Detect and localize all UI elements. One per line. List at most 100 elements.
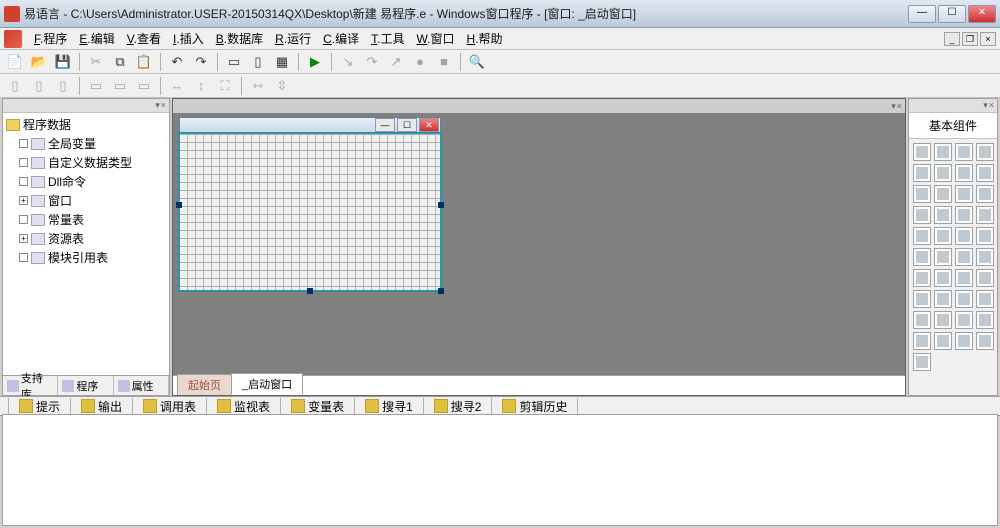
tab-start-page[interactable]: 起始页 (177, 374, 232, 395)
button-tool[interactable] (976, 143, 994, 161)
odbc-tool[interactable] (976, 332, 994, 350)
form-designer[interactable]: — ☐ ✕ (179, 117, 441, 291)
resize-handle[interactable] (307, 288, 313, 294)
minimize-button[interactable]: — (908, 5, 936, 23)
tree-node-windows[interactable]: +窗口 (5, 191, 167, 210)
comm-tool[interactable] (934, 269, 952, 287)
align-left-button[interactable]: ▯ (4, 76, 26, 96)
resize-handle[interactable] (438, 288, 444, 294)
maximize-button[interactable]: ☐ (938, 5, 966, 23)
same-height-button[interactable]: ↕ (190, 76, 212, 96)
step-out-button[interactable]: ↗ (385, 52, 407, 72)
tree-node-dll[interactable]: Dll命令 (5, 172, 167, 191)
new-button[interactable]: 📄 (4, 52, 26, 72)
calendar-tool[interactable] (976, 227, 994, 245)
timer-tool[interactable] (913, 269, 931, 287)
richedit-tool[interactable] (955, 248, 973, 266)
progress-tool[interactable] (913, 227, 931, 245)
combo-tool[interactable] (934, 185, 952, 203)
vspace-button[interactable]: ⇳ (271, 76, 293, 96)
mdi-restore-button[interactable]: ❐ (962, 32, 978, 46)
align-right-button[interactable]: ▯ (52, 76, 74, 96)
tab-tool[interactable] (955, 206, 973, 224)
breakpoint-button[interactable]: ● (409, 52, 431, 72)
copy-button[interactable]: ⧉ (109, 52, 131, 72)
form-minimize-button[interactable]: — (375, 118, 395, 132)
tree-node-types[interactable]: 自定义数据类型 (5, 153, 167, 172)
layout3-button[interactable]: ▦ (271, 52, 293, 72)
frame-tool[interactable] (976, 164, 994, 182)
xml-tool[interactable] (955, 332, 973, 350)
panel-close-icon[interactable]: × (161, 100, 166, 111)
paste-button[interactable]: 📋 (133, 52, 155, 72)
run-button[interactable]: ▶ (304, 52, 326, 72)
tree-node-modules[interactable]: 模块引用表 (5, 248, 167, 267)
menu-view[interactable]: V.查看 (121, 28, 167, 49)
align-center-button[interactable]: ▯ (28, 76, 50, 96)
net-tool[interactable] (976, 311, 994, 329)
align-top-button[interactable]: ▭ (85, 76, 107, 96)
same-size-button[interactable]: ⛶ (214, 76, 236, 96)
step-in-button[interactable]: ↘ (337, 52, 359, 72)
menu-program[interactable]: F.程序 (28, 28, 73, 49)
align-middle-button[interactable]: ▭ (109, 76, 131, 96)
dialog-tool[interactable] (976, 269, 994, 287)
undo-button[interactable]: ↶ (166, 52, 188, 72)
panel-pin-icon[interactable]: ▾ (891, 101, 896, 112)
report-tool[interactable] (934, 311, 952, 329)
mdi-close-button[interactable]: × (980, 32, 996, 46)
menu-help[interactable]: H.帮助 (461, 28, 509, 49)
form-client-area[interactable] (179, 133, 441, 291)
tab-program[interactable]: 程序 (58, 376, 113, 395)
resize-handle[interactable] (438, 202, 444, 208)
panel-pin-icon[interactable]: ▾ (983, 100, 988, 111)
table-tool[interactable] (976, 185, 994, 203)
menu-database[interactable]: B.数据库 (210, 28, 269, 49)
close-button[interactable]: ✕ (968, 5, 996, 23)
spin-tool[interactable] (955, 227, 973, 245)
scroll-tool[interactable] (934, 227, 952, 245)
menu-tools[interactable]: T.工具 (365, 28, 410, 49)
socket-tool[interactable] (913, 332, 931, 350)
stop-button[interactable]: ■ (433, 52, 455, 72)
grid-tool[interactable] (955, 185, 973, 203)
expand-icon[interactable]: + (19, 234, 28, 243)
file-tool[interactable] (976, 290, 994, 308)
date-tool[interactable] (913, 248, 931, 266)
save-button[interactable]: 💾 (52, 52, 74, 72)
tree-node-constants[interactable]: 常量表 (5, 210, 167, 229)
panel-close-icon[interactable]: × (897, 101, 902, 112)
tree-node-globals[interactable]: 全局变量 (5, 134, 167, 153)
design-canvas[interactable]: — ☐ ✕ (173, 113, 905, 375)
expand-icon[interactable]: + (19, 196, 28, 205)
menu-insert[interactable]: I.插入 (167, 28, 210, 49)
same-width-button[interactable]: ↔ (166, 76, 188, 96)
radio-tool[interactable] (934, 164, 952, 182)
tab-startup-window[interactable]: _启动窗口 (231, 373, 303, 395)
menu-window[interactable]: W.窗口 (411, 28, 461, 49)
tab-support-lib[interactable]: 支持库 (3, 376, 58, 395)
label-tool[interactable] (934, 143, 952, 161)
list-tool[interactable] (913, 206, 931, 224)
panel-close-icon[interactable]: × (989, 100, 994, 111)
time-tool[interactable] (934, 248, 952, 266)
align-bottom-button[interactable]: ▭ (133, 76, 155, 96)
layout1-button[interactable]: ▭ (223, 52, 245, 72)
checkbox-tool[interactable] (913, 164, 931, 182)
form-maximize-button[interactable]: ☐ (397, 118, 417, 132)
redo-button[interactable]: ↷ (190, 52, 212, 72)
open-button[interactable]: 📂 (28, 52, 50, 72)
text-tool[interactable] (955, 164, 973, 182)
menu-run[interactable]: R.运行 (269, 28, 317, 49)
pointer-tool[interactable] (913, 143, 931, 161)
folder-tool[interactable] (955, 290, 973, 308)
odbc2-tool[interactable] (913, 353, 931, 371)
font-tool[interactable] (934, 290, 952, 308)
chart-tool[interactable] (955, 311, 973, 329)
print-tool[interactable] (955, 269, 973, 287)
hspace-button[interactable]: ⇿ (247, 76, 269, 96)
tab-properties[interactable]: 属性 (114, 376, 169, 395)
edit-tool[interactable] (913, 185, 931, 203)
http-tool[interactable] (934, 332, 952, 350)
tree-root[interactable]: 程序数据 (5, 115, 167, 134)
